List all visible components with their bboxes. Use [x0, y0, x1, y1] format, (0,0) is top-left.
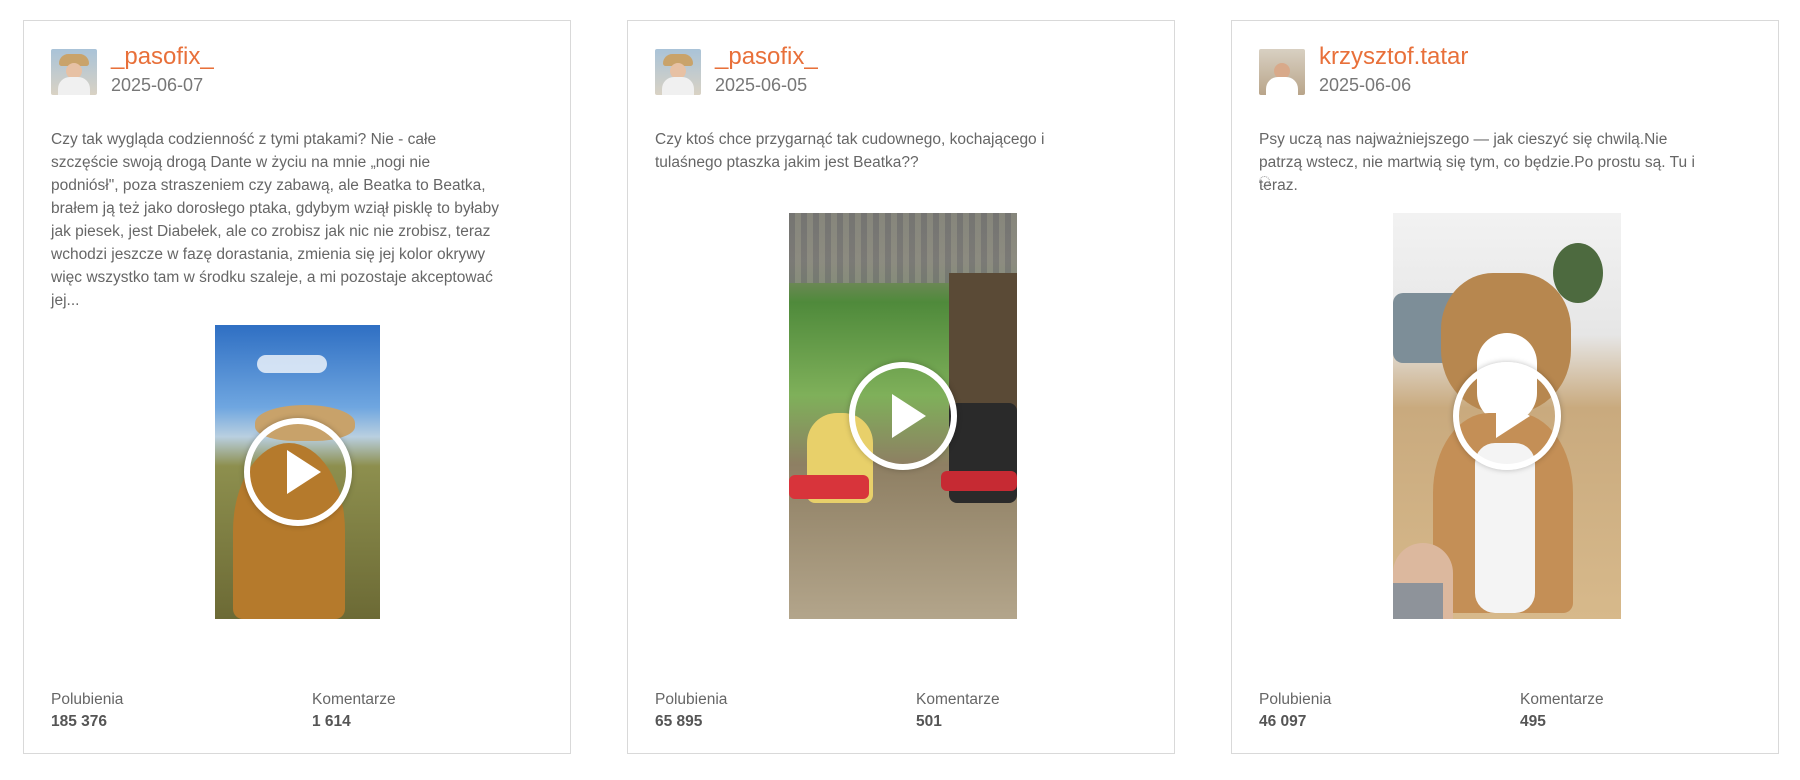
- author-avatar[interactable]: [655, 49, 701, 95]
- post-date: 2025-06-06: [1319, 75, 1412, 95]
- author-avatar[interactable]: [51, 49, 97, 95]
- play-icon[interactable]: [849, 362, 957, 470]
- comments-count: 1 614: [312, 713, 351, 730]
- likes-count: 46 097: [1259, 713, 1307, 730]
- post-card: _pasofix_ 2025-06-07 Czy tak wygląda cod…: [23, 20, 571, 754]
- likes-label: Polubienia: [51, 691, 124, 708]
- author-name[interactable]: _pasofix_: [111, 43, 214, 71]
- comments-count: 501: [916, 713, 942, 730]
- post-card: _pasofix_ 2025-06-05 Czy ktoś chce przyg…: [627, 20, 1175, 754]
- post-date: 2025-06-07: [111, 75, 204, 95]
- author-name[interactable]: krzysztof.tatar: [1319, 43, 1468, 71]
- video-thumbnail[interactable]: [215, 325, 380, 619]
- post-text: Czy tak wygląda codzienność z tymi ptaka…: [51, 131, 500, 309]
- comments-label: Komentarze: [1520, 691, 1604, 708]
- post-card: krzysztof.tatar 2025-06-06 Psy uczą nas …: [1231, 20, 1779, 754]
- post-date: 2025-06-05: [715, 75, 808, 95]
- comments-label: Komentarze: [312, 691, 396, 708]
- play-icon[interactable]: [1453, 362, 1561, 470]
- video-thumbnail[interactable]: [1393, 213, 1621, 619]
- comments-count: 495: [1520, 713, 1546, 730]
- play-icon[interactable]: [243, 418, 352, 526]
- likes-count: 185 376: [51, 713, 108, 730]
- likes-label: Polubienia: [655, 691, 728, 708]
- author-avatar[interactable]: [1259, 49, 1305, 95]
- video-thumbnail[interactable]: [789, 213, 1017, 619]
- loading-spinner-icon: [1259, 176, 1270, 187]
- author-name[interactable]: _pasofix_: [715, 43, 818, 71]
- likes-count: 65 895: [655, 713, 703, 730]
- likes-label: Polubienia: [1259, 691, 1332, 708]
- post-text: Psy uczą nas najważniejszego — jak ciesz…: [1259, 131, 1695, 194]
- post-text: Czy ktoś chce przygarnąć tak cudownego, …: [655, 131, 1045, 171]
- comments-label: Komentarze: [916, 691, 1000, 708]
